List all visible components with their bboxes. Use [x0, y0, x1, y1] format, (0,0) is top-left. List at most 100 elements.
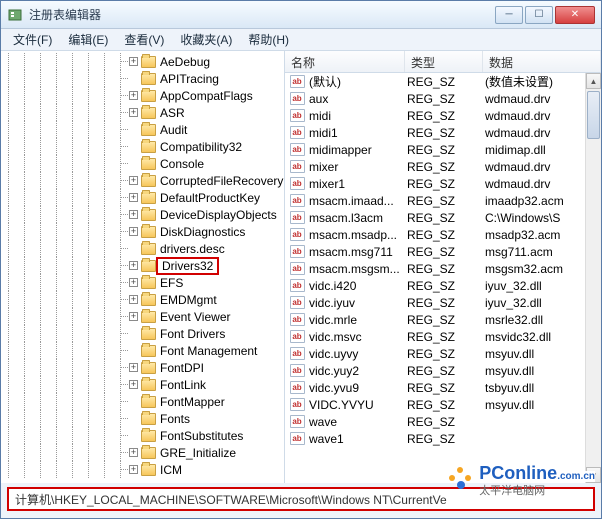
tree-item[interactable]: Font Drivers — [1, 325, 284, 342]
values-list[interactable]: ab(默认)REG_SZ(数值未设置)abauxREG_SZwdmaud.drv… — [285, 73, 601, 447]
list-row[interactable]: abmsacm.l3acmREG_SZC:\Windows\S — [285, 209, 601, 226]
tree-item[interactable]: +Drivers32 — [1, 257, 284, 274]
tree-label: FontLink — [160, 378, 206, 392]
list-row[interactable]: abwave1REG_SZ — [285, 430, 601, 447]
col-header-type[interactable]: 类型 — [405, 51, 483, 72]
expand-icon[interactable]: + — [129, 363, 138, 372]
tree-label: APITracing — [160, 72, 219, 86]
list-row[interactable]: abmidi1REG_SZwdmaud.drv — [285, 124, 601, 141]
tree-item[interactable]: +GRE_Initialize — [1, 444, 284, 461]
tree-item[interactable]: Compatibility32 — [1, 138, 284, 155]
col-header-name[interactable]: 名称 — [285, 51, 405, 72]
expand-icon[interactable]: + — [129, 465, 138, 474]
scroll-up-button[interactable]: ▲ — [586, 73, 601, 89]
list-row[interactable]: abmidiREG_SZwdmaud.drv — [285, 107, 601, 124]
string-value-icon: ab — [289, 364, 305, 378]
expand-icon[interactable]: + — [129, 312, 138, 321]
close-button[interactable]: ✕ — [555, 6, 595, 24]
tree-item[interactable]: FontMapper — [1, 393, 284, 410]
tree-item[interactable]: +AppCompatFlags — [1, 87, 284, 104]
tree-item[interactable]: +AeDebug — [1, 53, 284, 70]
list-row[interactable]: abvidc.iyuvREG_SZiyuv_32.dll — [285, 294, 601, 311]
expand-icon[interactable]: + — [129, 193, 138, 202]
list-row[interactable]: abvidc.mrleREG_SZmsrle32.dll — [285, 311, 601, 328]
list-row[interactable]: abwaveREG_SZ — [285, 413, 601, 430]
cell-type: REG_SZ — [407, 177, 485, 191]
tree-label: ICM — [160, 463, 182, 477]
tree-item[interactable]: +EFS — [1, 274, 284, 291]
tree-item[interactable]: +DiskDiagnostics — [1, 223, 284, 240]
list-row[interactable]: abmsacm.msgsm...REG_SZmsgsm32.acm — [285, 260, 601, 277]
list-row[interactable]: abvidc.i420REG_SZiyuv_32.dll — [285, 277, 601, 294]
menu-view[interactable]: 查看(V) — [116, 29, 172, 50]
list-row[interactable]: abvidc.yuy2REG_SZmsyuv.dll — [285, 362, 601, 379]
tree-item[interactable]: + ICM — [1, 461, 284, 478]
tree-item[interactable]: +DefaultProductKey — [1, 189, 284, 206]
list-row[interactable]: ab(默认)REG_SZ(数值未设置) — [285, 73, 601, 90]
list-row[interactable]: abmixerREG_SZwdmaud.drv — [285, 158, 601, 175]
titlebar[interactable]: 注册表编辑器 ─ ☐ ✕ — [1, 1, 601, 29]
tree-item[interactable]: +EMDMgmt — [1, 291, 284, 308]
scroll-thumb[interactable] — [587, 91, 600, 139]
tree-item[interactable]: Fonts — [1, 410, 284, 427]
registry-tree[interactable]: +AeDebug APITracing+AppCompatFlags+ASRAud… — [1, 51, 284, 483]
expand-icon[interactable]: + — [129, 380, 138, 389]
minimize-button[interactable]: ─ — [495, 6, 523, 24]
tree-item[interactable]: Font Management — [1, 342, 284, 359]
list-row[interactable]: abVIDC.YVYUREG_SZmsyuv.dll — [285, 396, 601, 413]
string-value-icon: ab — [289, 347, 305, 361]
maximize-button[interactable]: ☐ — [525, 6, 553, 24]
tree-item[interactable]: FontSubstitutes — [1, 427, 284, 444]
scroll-down-button[interactable]: ▼ — [586, 467, 601, 483]
folder-icon — [141, 396, 156, 408]
list-row[interactable]: abmidimapperREG_SZmidimap.dll — [285, 141, 601, 158]
tree-label: DeviceDisplayObjects — [160, 208, 277, 222]
expand-icon[interactable]: + — [129, 227, 138, 236]
tree-item[interactable]: APITracing — [1, 70, 284, 87]
list-row[interactable]: abvidc.uyvyREG_SZmsyuv.dll — [285, 345, 601, 362]
col-header-data[interactable]: 数据 — [483, 51, 601, 72]
cell-data: msyuv.dll — [485, 398, 601, 412]
cell-name: vidc.msvc — [309, 330, 407, 344]
cell-data: C:\Windows\S — [485, 211, 601, 225]
expand-icon[interactable]: + — [129, 91, 138, 100]
list-row[interactable]: abauxREG_SZwdmaud.drv — [285, 90, 601, 107]
expand-icon[interactable]: + — [129, 210, 138, 219]
cell-type: REG_SZ — [407, 143, 485, 157]
expand-icon[interactable]: + — [129, 448, 138, 457]
tree-item[interactable]: +Event Viewer — [1, 308, 284, 325]
list-row[interactable]: abmsacm.imaad...REG_SZimaadp32.acm — [285, 192, 601, 209]
list-row[interactable]: abvidc.yvu9REG_SZtsbyuv.dll — [285, 379, 601, 396]
list-row[interactable]: abmixer1REG_SZwdmaud.drv — [285, 175, 601, 192]
expand-icon[interactable]: + — [129, 295, 138, 304]
scrollbar-vertical[interactable]: ▲ ▼ — [585, 73, 601, 483]
cell-type: REG_SZ — [407, 364, 485, 378]
cell-data: msgsm32.acm — [485, 262, 601, 276]
menu-file[interactable]: 文件(F) — [5, 29, 60, 50]
tree-item[interactable]: Audit — [1, 121, 284, 138]
menu-favorites[interactable]: 收藏夹(A) — [172, 29, 240, 50]
list-row[interactable]: abmsacm.msadp...REG_SZmsadp32.acm — [285, 226, 601, 243]
tree-item[interactable]: + FontLink — [1, 376, 284, 393]
folder-icon — [141, 158, 156, 170]
expand-icon[interactable]: + — [129, 261, 138, 270]
tree-item[interactable]: + DeviceDisplayObjects — [1, 206, 284, 223]
cell-data: tsbyuv.dll — [485, 381, 601, 395]
cell-name: msacm.imaad... — [309, 194, 407, 208]
tree-item[interactable]: drivers.desc — [1, 240, 284, 257]
expand-icon[interactable]: + — [129, 278, 138, 287]
expand-icon[interactable]: + — [129, 176, 138, 185]
list-row[interactable]: abmsacm.msg711REG_SZmsg711.acm — [285, 243, 601, 260]
tree-item[interactable]: +FontDPI — [1, 359, 284, 376]
expand-icon[interactable]: + — [129, 57, 138, 66]
tree-item[interactable]: +ASR — [1, 104, 284, 121]
string-value-icon: ab — [289, 381, 305, 395]
menu-help[interactable]: 帮助(H) — [240, 29, 297, 50]
expand-icon[interactable]: + — [129, 108, 138, 117]
menu-edit[interactable]: 编辑(E) — [60, 29, 116, 50]
tree-item[interactable]: Console — [1, 155, 284, 172]
list-row[interactable]: abvidc.msvcREG_SZmsvidc32.dll — [285, 328, 601, 345]
cell-data: msvidc32.dll — [485, 330, 601, 344]
cell-name: msacm.l3acm — [309, 211, 407, 225]
tree-item[interactable]: +CorruptedFileRecovery — [1, 172, 284, 189]
